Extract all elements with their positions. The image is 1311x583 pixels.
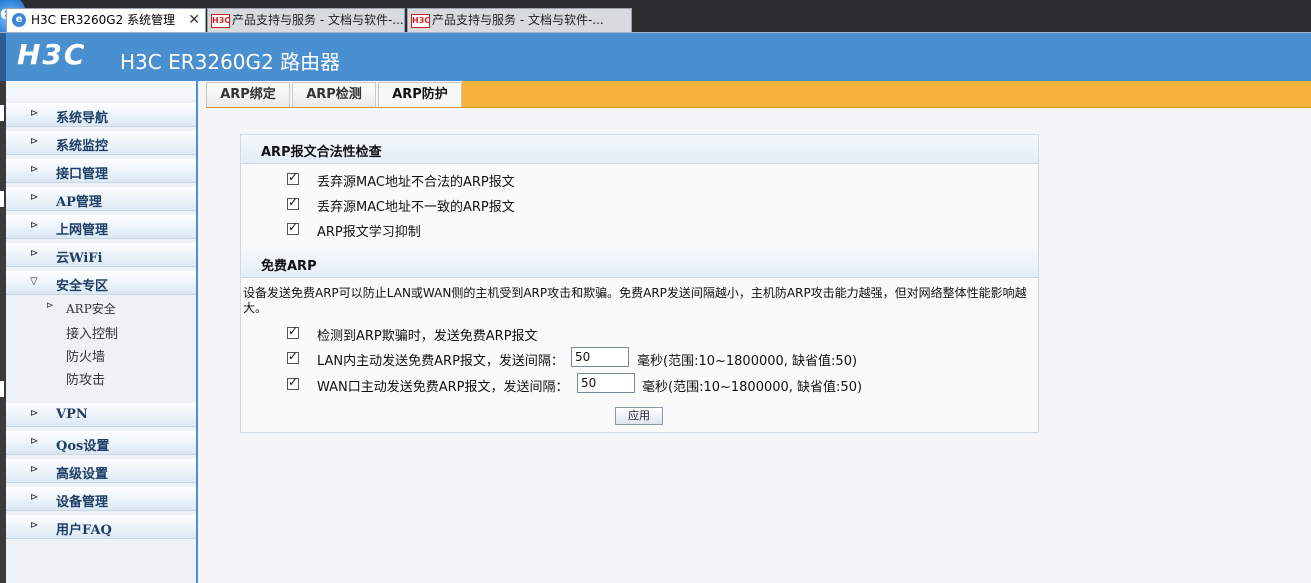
sidebar-item-interface-management[interactable]: ⊳ 接口管理 (6, 159, 196, 183)
checkbox[interactable] (287, 220, 299, 235)
arp-protection-panel: ARP报文合法性检查 丢弃源MAC地址不合法的ARP报文 丢弃源MAC地址不一致… (240, 134, 1039, 433)
browser-tab-product-support-2[interactable]: H3C 产品支持与服务 - 文档与软件-... (407, 8, 632, 32)
apply-button[interactable]: 应用 (615, 407, 663, 425)
h3c-logo: H3C (17, 38, 87, 71)
option-label: 丢弃源MAC地址不合法的ARP报文 (317, 175, 515, 190)
expand-arrow-icon: ⊳ (30, 248, 39, 259)
sidebar-item-advanced-settings[interactable]: ⊳ 高级设置 (6, 459, 196, 483)
sidebar-item-label: 接口管理 (56, 167, 109, 182)
expand-arrow-icon: ⊳ (30, 108, 39, 119)
checkbox[interactable] (287, 324, 299, 339)
checkbox[interactable] (287, 375, 299, 390)
gratuitous-arp-description: 设备发送免费ARP可以防止LAN或WAN侧的主机受到ARP攻击和欺骗。免费ARP… (243, 286, 1027, 315)
sidebar-item-internet-management[interactable]: ⊳ 上网管理 (6, 215, 196, 239)
section-header-arp-legality: ARP报文合法性检查 (241, 135, 1038, 164)
sidebar-subitem-firewall[interactable]: 防火墙 (6, 344, 196, 366)
sidebar: ⊳ 系统导航 ⊳ 系统监控 ⊳ 接口管理 ⊳ AP管理 ⊳ 上网管理 ⊳ 云Wi… (6, 81, 198, 583)
wan-interval-input[interactable] (577, 373, 635, 393)
sidebar-subitem-label: 防火墙 (66, 350, 106, 365)
expand-arrow-icon: ⊳ (30, 136, 39, 147)
sidebar-item-label: 用户FAQ (56, 523, 112, 538)
close-icon[interactable]: ✕ (188, 9, 200, 31)
expand-arrow-icon: ⊳ (30, 408, 39, 419)
sidebar-item-label: 上网管理 (56, 223, 109, 238)
sidebar-subitem-label: 防攻击 (66, 373, 106, 388)
checkbox[interactable] (287, 170, 299, 185)
sidebar-subitem-access-control[interactable]: 接入控制 (6, 321, 196, 343)
sidebar-item-label: AP管理 (56, 195, 102, 210)
sidebar-item-cloud-wifi[interactable]: ⊳ 云WiFi (6, 243, 196, 267)
sidebar-item-device-management[interactable]: ⊳ 设备管理 (6, 487, 196, 511)
expand-arrow-icon: ⊳ (30, 492, 39, 503)
option-label: 丢弃源MAC地址不一致的ARP报文 (317, 200, 515, 215)
selected-arrow-icon: ⊳ (46, 301, 54, 311)
browser-tab-product-support-1[interactable]: H3C 产品支持与服务 - 文档与软件-... (207, 8, 405, 32)
option-label: 检测到ARP欺骗时，发送免费ARP报文 (317, 329, 538, 344)
edge-marker (0, 191, 4, 207)
sidebar-item-label: 高级设置 (56, 467, 109, 482)
edge-marker (0, 105, 4, 121)
content-tab-bar: ARP绑定 ARP检测 ARP防护 (206, 81, 1311, 108)
sidebar-item-label: 设备管理 (56, 495, 109, 510)
wan-interval-unit: 毫秒(范围:10~1800000, 缺省值:50) (642, 380, 863, 395)
sidebar-item-user-faq[interactable]: ⊳ 用户FAQ (6, 515, 196, 539)
sidebar-item-system-monitor[interactable]: ⊳ 系统监控 (6, 131, 196, 155)
lan-interval-input[interactable] (571, 347, 629, 367)
expand-arrow-icon: ⊳ (30, 164, 39, 175)
browser-tab-strip: e e H3C ER3260G2 系统管理 ✕ H3C 产品支持与服务 - 文档… (0, 0, 1311, 32)
sidebar-item-label: 云WiFi (56, 251, 103, 266)
sidebar-subitem-arp-security[interactable]: ⊳ ARP安全 (6, 298, 196, 320)
tab-arp-binding[interactable]: ARP绑定 (206, 82, 290, 107)
h3c-favicon-icon: H3C (411, 14, 430, 28)
expand-arrow-icon: ⊳ (30, 192, 39, 203)
browser-tab-system-management[interactable]: e H3C ER3260G2 系统管理 ✕ (6, 8, 206, 32)
tab-arp-detection[interactable]: ARP检测 (292, 82, 376, 107)
section-header-gratuitous-arp: 免费ARP (241, 249, 1038, 278)
expand-arrow-icon: ⊳ (30, 220, 39, 231)
ie-favicon-icon: e (12, 13, 26, 27)
sidebar-subitem-label: ARP安全 (66, 302, 116, 316)
browser-tab-title: 产品支持与服务 - 文档与软件-... (232, 13, 404, 27)
app-header: H3C H3C ER3260G2 路由器 (0, 33, 1311, 81)
sidebar-item-qos-settings[interactable]: ⊳ Qos设置 (6, 431, 196, 455)
sidebar-item-label: VPN (56, 407, 88, 422)
option-label: LAN内主动发送免费ARP报文，发送间隔： (317, 354, 564, 369)
h3c-favicon-icon: H3C (211, 14, 230, 28)
tab-arp-protection[interactable]: ARP防护 (378, 82, 462, 107)
section-title: 免费ARP (261, 259, 317, 274)
sidebar-subitem-label: 接入控制 (66, 327, 119, 342)
edge-marker (0, 381, 4, 397)
sidebar-top-spacer (6, 81, 196, 99)
checkbox[interactable] (287, 195, 299, 210)
collapse-arrow-icon: ▽ (30, 276, 38, 287)
app-title: H3C ER3260G2 路由器 (120, 50, 341, 74)
header-left-edge (0, 33, 6, 81)
option-label: WAN口主动发送免费ARP报文，发送间隔： (317, 380, 569, 395)
expand-arrow-icon: ⊳ (30, 436, 39, 447)
expand-arrow-icon: ⊳ (30, 520, 39, 531)
checkbox[interactable] (287, 349, 299, 364)
sidebar-item-label: 安全专区 (56, 279, 109, 294)
main-content: ARP绑定 ARP检测 ARP防护 ARP报文合法性检查 丢弃源MAC地址不合法… (206, 81, 1311, 583)
sidebar-item-label: 系统监控 (56, 139, 109, 154)
sidebar-item-security-zone[interactable]: ▽ 安全专区 (6, 271, 196, 295)
sidebar-item-system-navigation[interactable]: ⊳ 系统导航 (6, 103, 196, 127)
expand-arrow-icon: ⊳ (30, 464, 39, 475)
sidebar-item-label: 系统导航 (56, 111, 109, 126)
sidebar-item-ap-management[interactable]: ⊳ AP管理 (6, 187, 196, 211)
sidebar-item-label: Qos设置 (56, 439, 110, 454)
sidebar-subitem-anti-attack[interactable]: 防攻击 (6, 367, 196, 389)
browser-tab-title: H3C ER3260G2 系统管理 (31, 13, 176, 27)
option-label: ARP报文学习抑制 (317, 225, 421, 240)
section-title: ARP报文合法性检查 (261, 145, 382, 160)
sidebar-item-vpn[interactable]: ⊳ VPN (6, 403, 196, 427)
lan-interval-unit: 毫秒(范围:10~1800000, 缺省值:50) (637, 354, 858, 369)
browser-tab-title: 产品支持与服务 - 文档与软件-... (432, 13, 604, 27)
